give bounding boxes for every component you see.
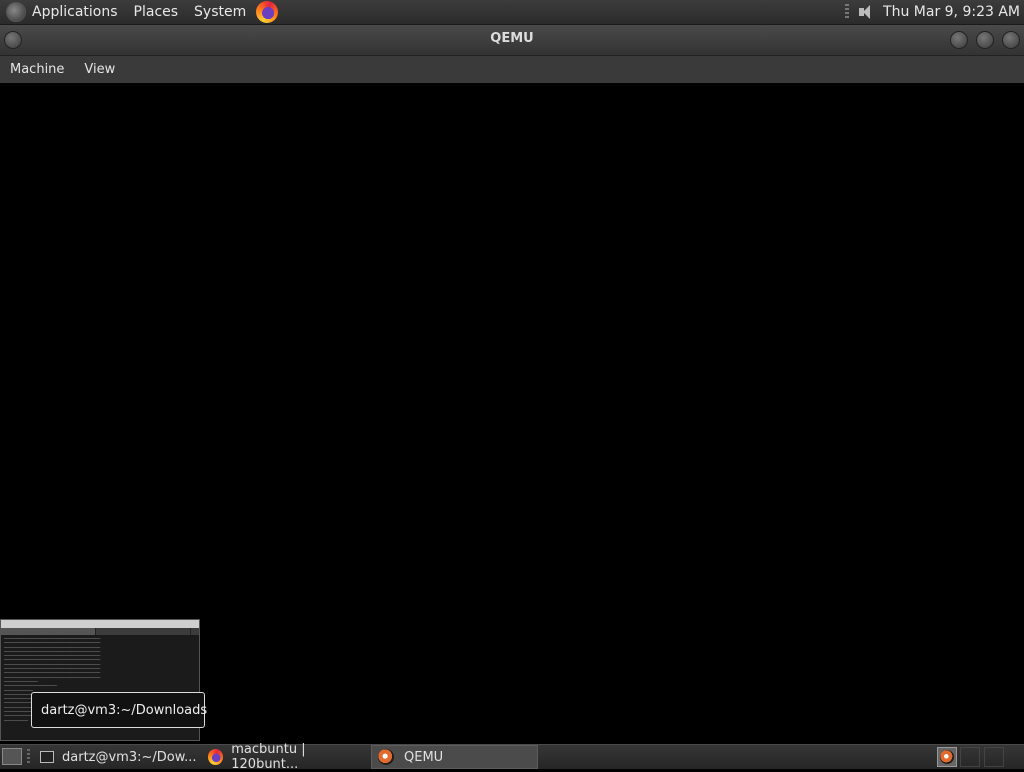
- workspace-switcher-2[interactable]: [960, 747, 980, 767]
- maximize-button[interactable]: [976, 31, 994, 49]
- volume-icon[interactable]: [857, 3, 877, 21]
- workspace-switcher-3[interactable]: [984, 747, 1004, 767]
- qemu-menubar: Machine View: [0, 56, 1024, 83]
- qemu-icon: [940, 750, 954, 764]
- applications-menu[interactable]: Applications: [32, 4, 118, 20]
- panel-handle: [27, 749, 30, 765]
- show-desktop-icon[interactable]: [2, 748, 22, 765]
- workspace-switcher-1[interactable]: [937, 747, 957, 767]
- minimize-button[interactable]: [950, 31, 968, 49]
- taskbar-tooltip: dartz@vm3:~/Downloads: [31, 692, 208, 728]
- machine-menu[interactable]: Machine: [10, 62, 64, 77]
- gnome-menu-icon[interactable]: [6, 2, 26, 22]
- places-menu[interactable]: Places: [134, 4, 179, 20]
- top-panel-left: Applications Places System: [0, 0, 279, 24]
- tooltip-text: dartz@vm3:~/Downloads: [41, 702, 208, 718]
- taskbar-item-firefox[interactable]: macbuntu | 120bunt...: [202, 742, 370, 772]
- top-panel: Applications Places System Thu Mar 9, 9:…: [0, 0, 1024, 25]
- preview-tab: [1, 628, 96, 635]
- preview-tab: [96, 628, 191, 635]
- taskbar-item-label: dartz@vm3:~/Dow...: [62, 749, 197, 765]
- qemu-titlebar[interactable]: QEMU: [0, 25, 1024, 56]
- system-menu[interactable]: System: [194, 4, 246, 20]
- taskbar-item-terminal[interactable]: dartz@vm3:~/Dow...: [34, 745, 200, 769]
- bottom-panel: dartz@vm3:~/Dow... macbuntu | 120bunt...…: [0, 742, 1024, 772]
- qemu-icon: [378, 749, 394, 765]
- top-panel-right: Thu Mar 9, 9:23 AM: [845, 0, 1020, 24]
- preview-tabs: [1, 628, 199, 635]
- panel-handle: [845, 4, 850, 20]
- firefox-launcher-icon[interactable]: [256, 1, 279, 23]
- firefox-icon: [208, 749, 224, 765]
- view-menu[interactable]: View: [84, 62, 115, 77]
- window-title: QEMU: [490, 31, 534, 46]
- taskbar-item-label: QEMU: [404, 749, 444, 765]
- preview-menubar: [1, 620, 199, 628]
- clock[interactable]: Thu Mar 9, 9:23 AM: [883, 4, 1020, 20]
- terminal-icon: [40, 751, 54, 763]
- close-button[interactable]: [1002, 31, 1020, 49]
- taskbar-item-qemu[interactable]: QEMU: [371, 745, 538, 769]
